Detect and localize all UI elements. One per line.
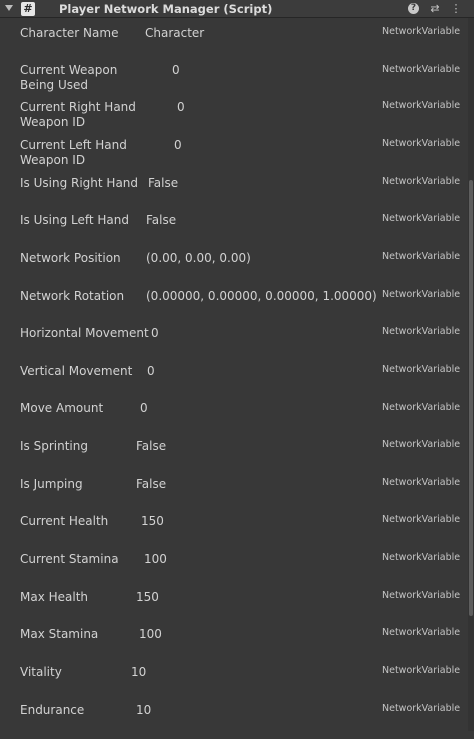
network-variable-tag: NetworkVariable <box>382 439 461 450</box>
property-row: Is Sprinting False NetworkVariable <box>0 439 468 475</box>
property-row: Max Stamina 100 NetworkVariable <box>0 627 468 663</box>
property-label: Network Rotation <box>20 289 125 303</box>
network-variable-tag: NetworkVariable <box>382 326 461 337</box>
property-value: (0.00000, 0.00000, 0.00000, 1.00000) <box>146 289 377 303</box>
scrollbar[interactable] <box>468 18 474 731</box>
network-variable-tag: NetworkVariable <box>382 64 461 75</box>
property-row: Is Jumping False NetworkVariable <box>0 477 468 513</box>
property-row: Current Right Hand Weapon ID 0 NetworkVari… <box>0 100 468 136</box>
component-header[interactable]: # Player Network Manager (Script) ? ⇄ ⋮ <box>0 0 474 18</box>
property-label: Is Sprinting <box>20 439 88 453</box>
property-row: Network Position (0.00, 0.00, 0.00) Networ… <box>0 251 468 287</box>
property-label: Current Weapon Being Used <box>20 63 118 92</box>
property-row: Current Health 150 NetworkVariable <box>0 514 468 550</box>
property-label: Is Jumping <box>20 477 83 491</box>
property-value: 150 <box>136 590 159 604</box>
property-row: Vertical Movement 0 NetworkVariable <box>0 364 468 400</box>
property-value: (0.00, 0.00, 0.00) <box>146 251 251 265</box>
property-row: Character Name Character NetworkVariable <box>0 26 468 62</box>
property-row: Endurance 10 NetworkVariable <box>0 703 468 739</box>
property-value: 150 <box>141 514 164 528</box>
script-icon: # <box>21 2 35 16</box>
network-variable-tag: NetworkVariable <box>382 364 461 375</box>
property-value: 0 <box>174 138 182 152</box>
property-value: False <box>146 213 177 227</box>
property-label: Network Position <box>20 251 121 265</box>
property-value: 10 <box>136 703 152 717</box>
component-title: Player Network Manager (Script) <box>59 2 273 16</box>
property-value: 100 <box>139 627 162 641</box>
help-icon[interactable]: ? <box>408 3 419 14</box>
more-options-icon[interactable]: ⋮ <box>449 1 463 17</box>
property-label: Max Stamina <box>20 627 99 641</box>
foldout-arrow-icon[interactable] <box>5 5 13 11</box>
property-value: 10 <box>131 665 147 679</box>
property-label: Character Name <box>20 26 119 40</box>
network-variable-tag: NetworkVariable <box>382 213 461 224</box>
network-variable-tag: NetworkVariable <box>382 627 461 638</box>
property-label: Current Stamina <box>20 552 119 566</box>
network-variable-tag: NetworkVariable <box>382 514 461 525</box>
network-variable-tag: NetworkVariable <box>382 251 461 262</box>
network-variable-tag: NetworkVariable <box>382 100 461 111</box>
network-variable-tag: NetworkVariable <box>382 176 461 187</box>
property-row: Current Left Hand Weapon ID 0 NetworkVaria… <box>0 138 468 174</box>
network-variable-tag: NetworkVariable <box>382 703 461 714</box>
property-label: Endurance <box>20 703 85 717</box>
property-value: 0 <box>140 401 148 415</box>
property-label: Is Using Left Hand <box>20 213 130 227</box>
property-value: False <box>148 176 179 190</box>
property-label: Current Left Hand Weapon ID <box>20 138 127 167</box>
property-label: Move Amount <box>20 401 104 415</box>
property-label: Is Using Right Hand <box>20 176 139 190</box>
property-row: Vitality 10 NetworkVariable <box>0 665 468 701</box>
property-row: Current Stamina 100 NetworkVariable <box>0 552 468 588</box>
network-variable-tag: NetworkVariable <box>382 402 461 413</box>
property-label: Horizontal Movement <box>20 326 149 340</box>
property-value: Character <box>145 26 205 40</box>
property-value: 0 <box>147 364 155 378</box>
network-variable-tag: NetworkVariable <box>382 26 461 37</box>
network-variable-tag: NetworkVariable <box>382 552 461 563</box>
property-row: Is Using Left Hand False NetworkVariable <box>0 213 468 249</box>
property-label: Current Health <box>20 514 109 528</box>
property-value: 0 <box>151 326 159 340</box>
network-variable-tag: NetworkVariable <box>382 477 461 488</box>
property-row: Move Amount 0 NetworkVariable <box>0 401 468 437</box>
network-variable-tag: NetworkVariable <box>382 590 461 601</box>
property-row: Is Using Right Hand False NetworkVariable <box>0 176 468 212</box>
property-value: 0 <box>172 63 180 77</box>
property-label: Vertical Movement <box>20 364 133 378</box>
property-row: Network Rotation (0.00000, 0.00000, 0.000… <box>0 289 468 325</box>
property-value: False <box>136 477 167 491</box>
property-row: Max Health 150 NetworkVariable <box>0 590 468 626</box>
network-variable-tag: NetworkVariable <box>382 665 461 676</box>
network-variable-tag: NetworkVariable <box>382 289 461 300</box>
scrollbar-thumb[interactable] <box>469 180 473 616</box>
property-row: Horizontal Movement 0 NetworkVariable <box>0 326 468 362</box>
property-row: Current Weapon Being Used 0 NetworkVariabl… <box>0 63 468 99</box>
property-label: Vitality <box>20 665 62 679</box>
property-value: False <box>136 439 167 453</box>
network-variable-tag: NetworkVariable <box>382 138 461 149</box>
property-label: Current Right Hand Weapon ID <box>20 100 136 129</box>
property-label: Max Health <box>20 590 89 604</box>
property-value: 0 <box>177 100 185 114</box>
presets-icon[interactable]: ⇄ <box>428 1 442 17</box>
property-value: 100 <box>144 552 167 566</box>
